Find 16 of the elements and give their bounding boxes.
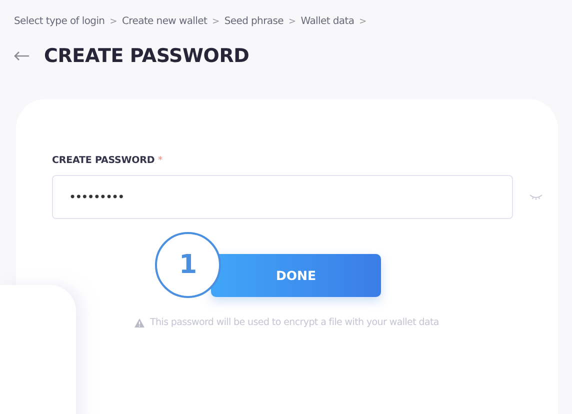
- password-field[interactable]: •••••••••: [52, 175, 513, 219]
- hidden-eye-icon[interactable]: [529, 194, 543, 200]
- done-button[interactable]: DONE: [211, 254, 381, 297]
- breadcrumb-link[interactable]: Seed phrase: [224, 16, 284, 27]
- breadcrumb-separator: >: [110, 16, 117, 26]
- breadcrumb-separator: >: [288, 16, 296, 26]
- breadcrumb-separator: >: [212, 16, 220, 26]
- back-arrow-icon[interactable]: [14, 51, 30, 61]
- page-title: CREATE PASSWORD: [44, 45, 250, 67]
- field-label: CREATE PASSWORD *: [52, 155, 164, 166]
- breadcrumb-link[interactable]: Create new wallet: [122, 16, 208, 27]
- breadcrumb-separator: >: [359, 16, 366, 26]
- warning-icon: [134, 318, 145, 328]
- breadcrumb-link[interactable]: Wallet data: [300, 16, 354, 27]
- info-note: This password will be used to encrypt a file with your wallet data: [150, 317, 439, 328]
- breadcrumb-link[interactable]: Select type of login: [14, 16, 105, 27]
